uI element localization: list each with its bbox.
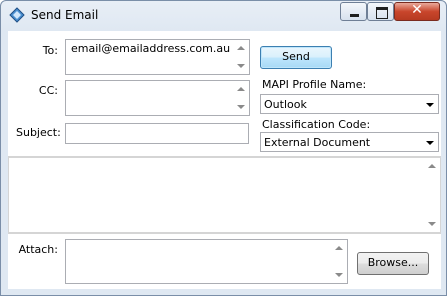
dropdown-arrow-icon: [426, 141, 434, 145]
send-email-window: Send Email ✕ To: email@emailaddress.com.…: [0, 0, 447, 296]
scroll-down-arrow-icon[interactable]: [237, 105, 245, 109]
to-input[interactable]: email@emailaddress.com.au: [65, 39, 250, 75]
title-bar: Send Email ✕: [1, 1, 446, 31]
cc-label: CC:: [38, 84, 58, 97]
cc-scrollbar[interactable]: [233, 81, 249, 115]
to-input-text: email@emailaddress.com.au: [71, 42, 231, 55]
scroll-down-arrow-icon[interactable]: [237, 64, 245, 68]
scroll-up-arrow-icon[interactable]: [237, 87, 245, 91]
scroll-up-arrow-icon[interactable]: [237, 46, 245, 50]
classification-code-label: Classification Code:: [262, 118, 371, 131]
mapi-profile-select[interactable]: Outlook: [260, 94, 439, 114]
attach-label: Attach:: [18, 243, 58, 256]
app-icon: [9, 7, 25, 23]
scroll-down-arrow-icon[interactable]: [428, 222, 436, 226]
scroll-up-arrow-icon[interactable]: [335, 246, 343, 250]
subject-label: Subject:: [16, 126, 61, 139]
cc-input[interactable]: [65, 80, 250, 116]
browse-button[interactable]: Browse...: [357, 252, 429, 275]
to-scrollbar[interactable]: [233, 40, 249, 74]
subject-input[interactable]: [65, 123, 249, 144]
window-title: Send Email: [31, 8, 99, 22]
classification-code-value: External Document: [264, 136, 371, 149]
dropdown-arrow-icon: [426, 103, 434, 107]
classification-code-select[interactable]: External Document: [260, 132, 439, 152]
attach-input[interactable]: [65, 239, 348, 284]
maximize-button[interactable]: [367, 2, 394, 21]
body-bottom-divider: [8, 233, 441, 234]
attach-scrollbar[interactable]: [331, 240, 347, 283]
close-icon: ✕: [411, 2, 423, 18]
mapi-profile-value: Outlook: [264, 98, 307, 111]
to-label: To:: [42, 44, 58, 57]
mapi-profile-label: MAPI Profile Name:: [262, 78, 367, 91]
minimize-button[interactable]: [340, 2, 367, 21]
body-scrollbar[interactable]: [424, 158, 440, 232]
dialog-body: To: email@emailaddress.com.au Send CC: M…: [8, 31, 441, 289]
message-body-textarea[interactable]: [8, 157, 441, 233]
scroll-down-arrow-icon[interactable]: [335, 273, 343, 277]
close-button[interactable]: ✕: [394, 2, 440, 21]
send-button[interactable]: Send: [260, 46, 332, 69]
scroll-up-arrow-icon[interactable]: [428, 164, 436, 168]
